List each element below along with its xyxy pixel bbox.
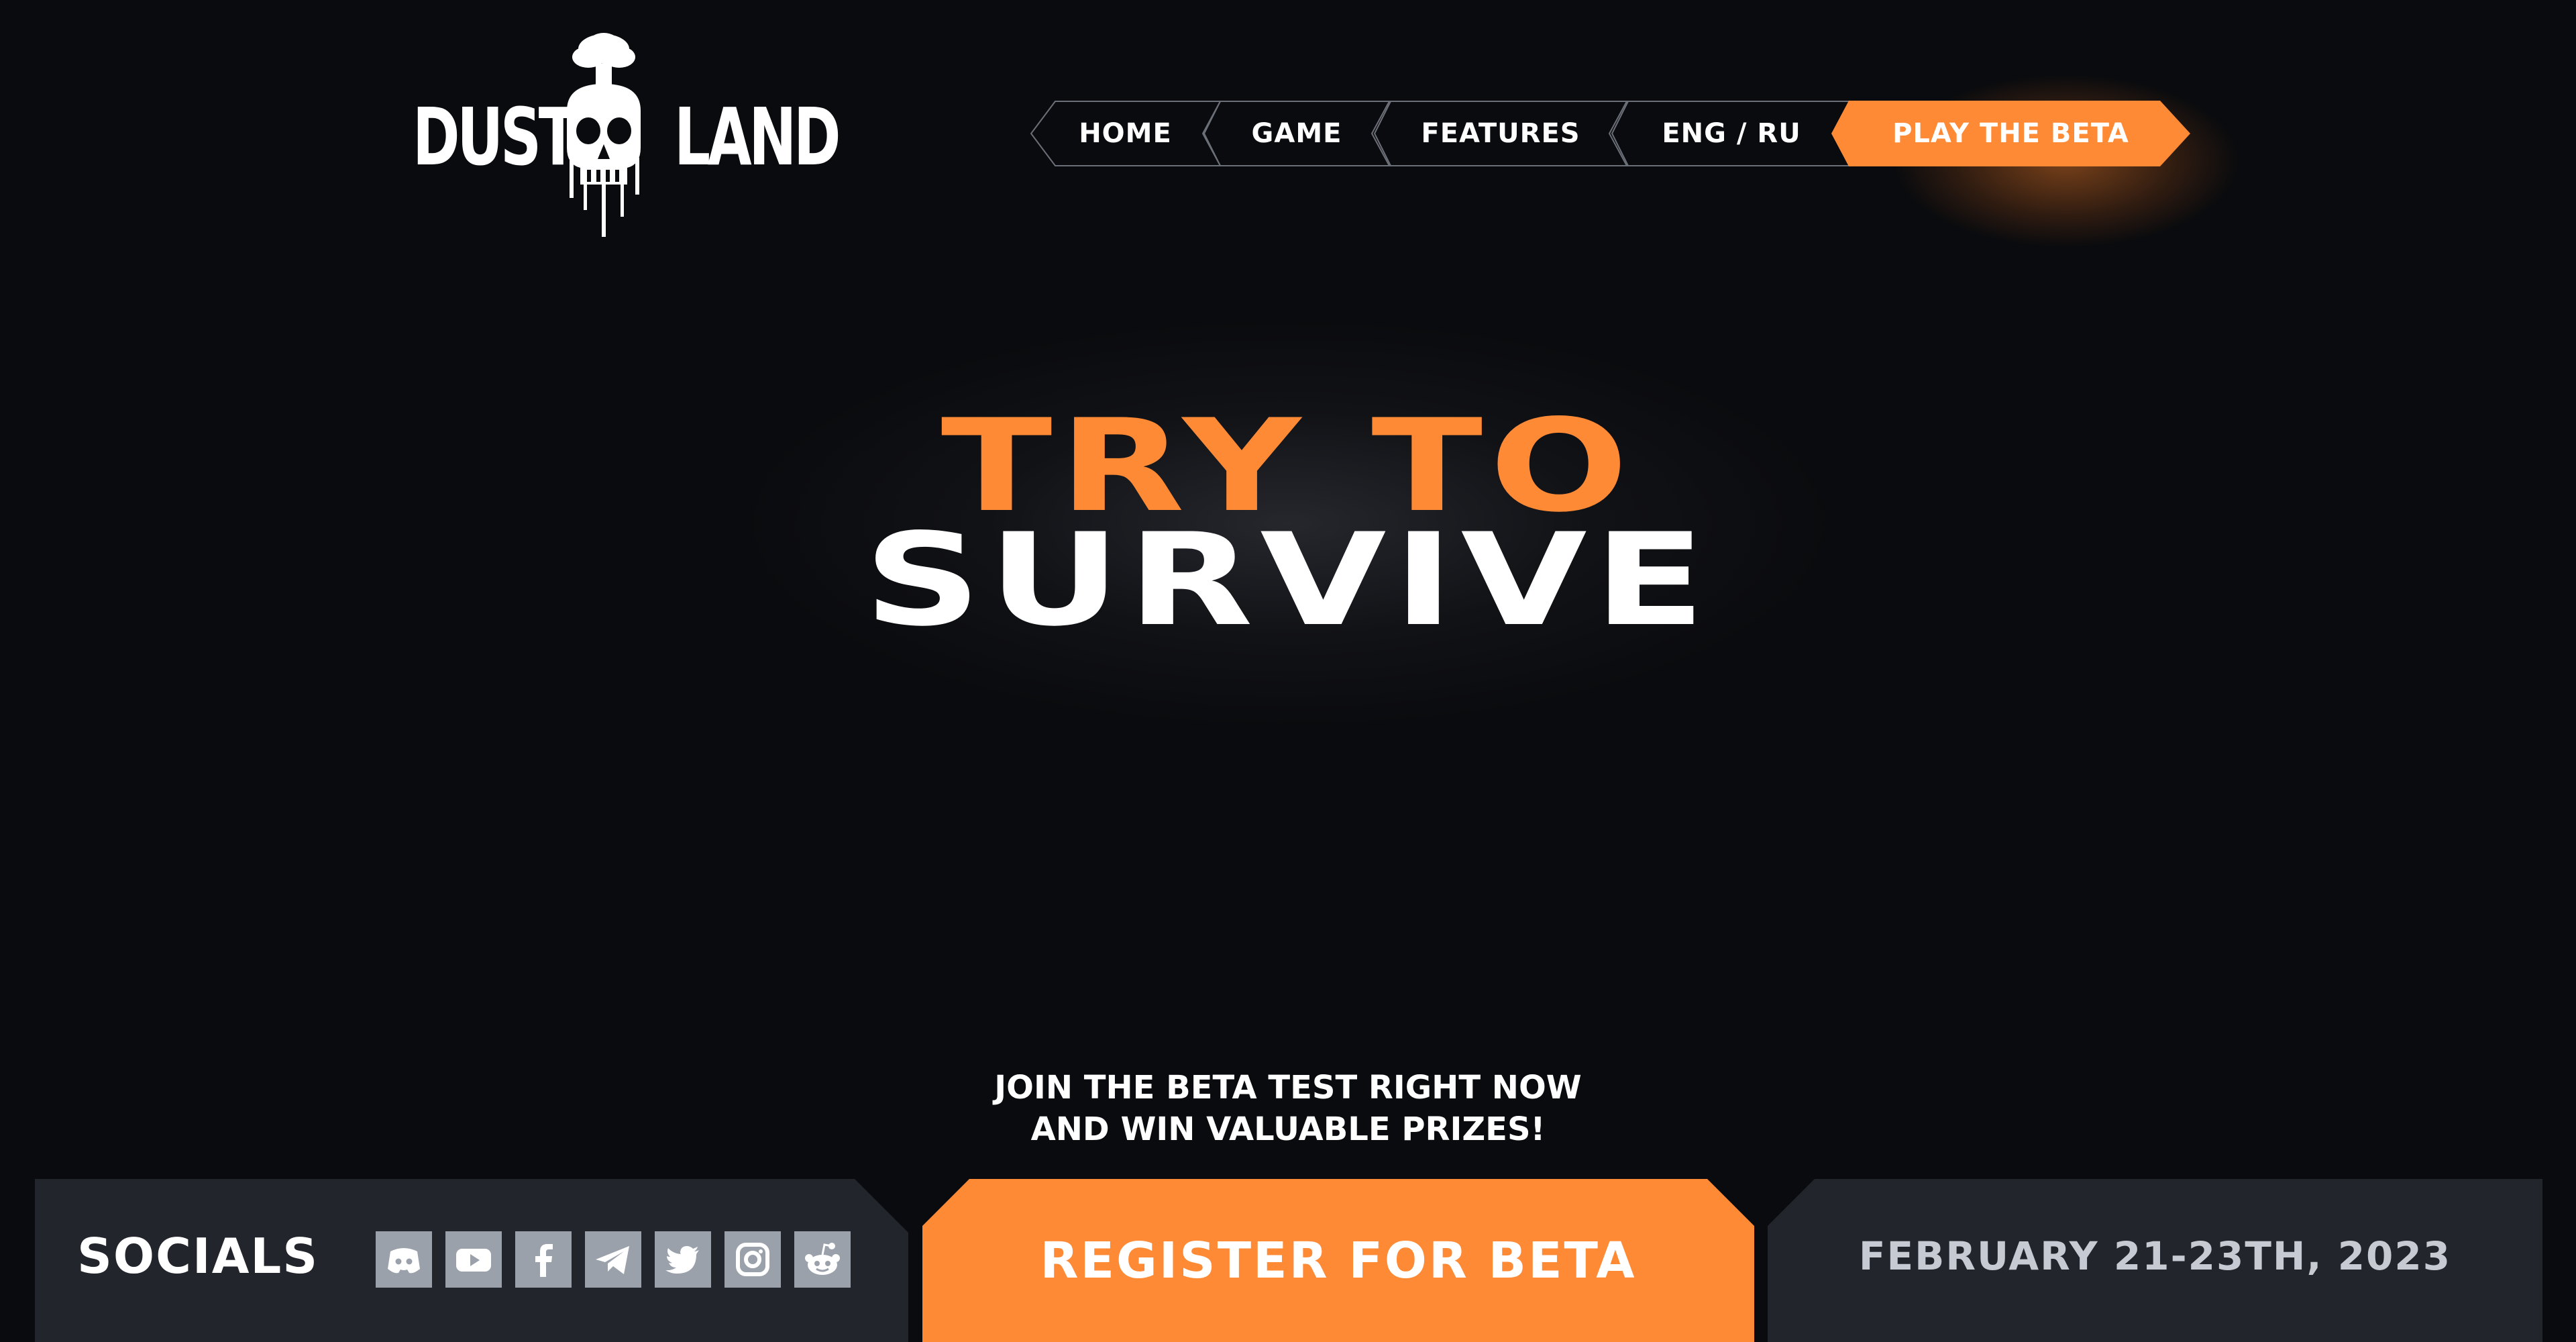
telegram-icon[interactable] <box>585 1231 641 1288</box>
nav-item-game[interactable]: GAME <box>1203 101 1391 166</box>
play-beta-button[interactable]: PLAY THE BETA <box>1831 74 2241 248</box>
social-icons <box>376 1231 851 1288</box>
nav-item-label: GAME <box>1251 118 1342 149</box>
socials-label: SOCIALS <box>77 1228 319 1284</box>
logo-word-left: DUST <box>413 91 578 183</box>
site-logo[interactable]: DUST LAND <box>413 30 841 238</box>
hero-title-line2: SURVIVE <box>863 506 1713 654</box>
youtube-icon[interactable] <box>445 1231 502 1288</box>
landing-page: DUST LAND HOME GAME FEATURES ENG / RU PL… <box>0 0 2576 1342</box>
event-date: FEBRUARY 21-23TH, 2023 <box>1858 1233 2452 1279</box>
play-beta-label: PLAY THE BETA <box>1892 118 2129 149</box>
tagline-line2: AND WIN VALUABLE PRIZES! <box>1030 1111 1546 1148</box>
hero-tagline: JOIN THE BETA TEST RIGHT NOW AND WIN VAL… <box>0 1067 2576 1150</box>
logo-word-right: LAND <box>674 91 841 183</box>
reddit-icon[interactable] <box>794 1231 851 1288</box>
discord-icon[interactable] <box>376 1231 432 1288</box>
tagline-line1: JOIN THE BETA TEST RIGHT NOW <box>994 1069 1582 1106</box>
register-beta-button[interactable]: REGISTER FOR BETA <box>922 1179 1754 1342</box>
nav-item-home[interactable]: HOME <box>1030 101 1221 166</box>
nav-item-label: HOME <box>1079 118 1172 149</box>
facebook-icon[interactable] <box>515 1231 572 1288</box>
twitter-icon[interactable] <box>655 1231 711 1288</box>
nav-item-label: ENG / RU <box>1662 118 1801 149</box>
instagram-icon[interactable] <box>724 1231 781 1288</box>
nav-item-label: FEATURES <box>1421 118 1580 149</box>
nav-item-language[interactable]: ENG / RU <box>1611 101 1852 166</box>
nav-item-features[interactable]: FEATURES <box>1373 101 1628 166</box>
mushroom-cloud-skull-icon <box>567 33 641 237</box>
